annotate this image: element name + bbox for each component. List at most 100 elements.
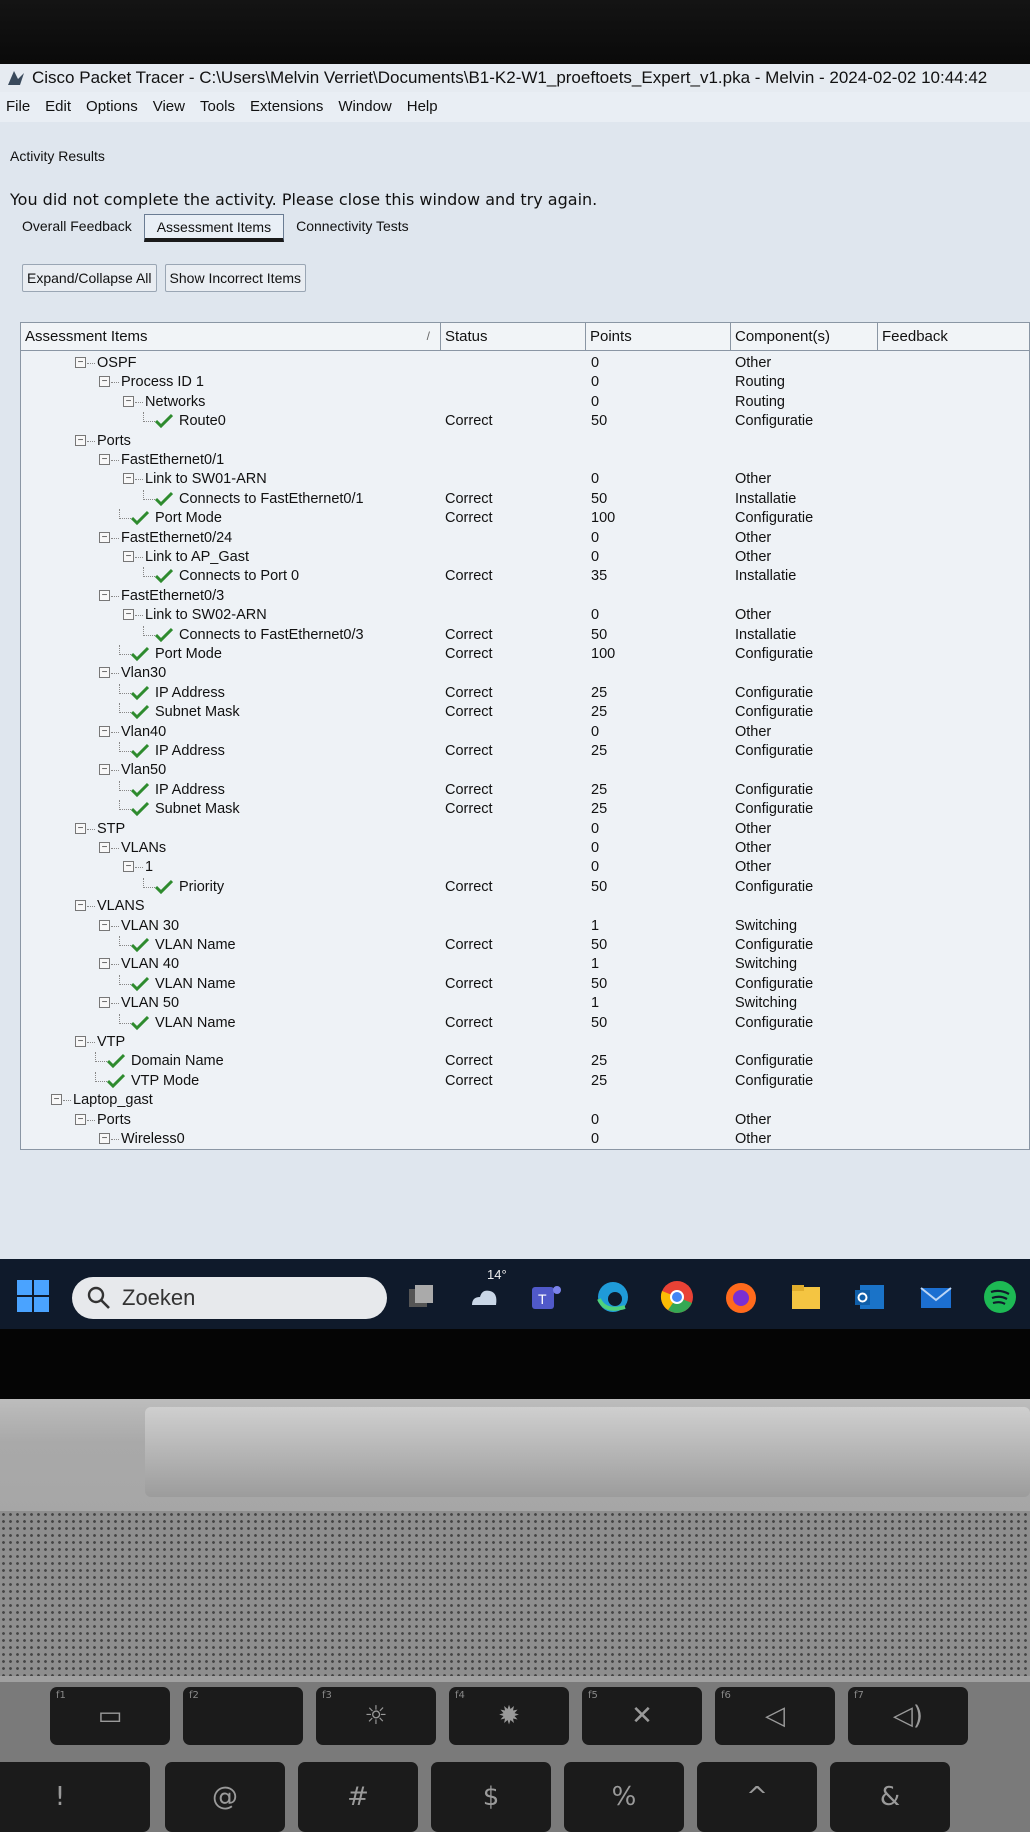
table-row[interactable]: − Wireless0 0 Other (21, 1130, 1029, 1148)
taskbar-search-box[interactable]: Zoeken (72, 1277, 387, 1319)
key-6[interactable]: ^ (697, 1762, 817, 1832)
table-row[interactable]: − VLAN 30 1 Switching (21, 917, 1029, 935)
expand-collapse-all-button[interactable]: Expand/Collapse All (22, 264, 157, 292)
menu-window[interactable]: Window (338, 98, 391, 115)
menu-edit[interactable]: Edit (45, 98, 71, 115)
tree-collapse-icon[interactable]: − (123, 473, 134, 485)
tree-collapse-icon[interactable]: − (99, 997, 110, 1009)
table-row[interactable]: − FastEthernet0/1 (21, 451, 1029, 469)
mail-icon[interactable] (918, 1279, 954, 1315)
table-row[interactable]: − Link to SW02-ARN 0 Other (21, 606, 1029, 624)
menu-tools[interactable]: Tools (200, 98, 235, 115)
table-row[interactable]: IP Address Correct 25 Configuratie (21, 683, 1029, 702)
tree-collapse-icon[interactable]: − (99, 531, 110, 543)
column-header-status[interactable]: Status (441, 323, 586, 351)
key-7[interactable]: & (830, 1762, 950, 1832)
column-header-assessment-items[interactable]: Assessment Items / (21, 323, 441, 351)
table-row[interactable]: Subnet Mask Correct 25 Configuratie (21, 703, 1029, 721)
table-row[interactable]: − FastEthernet0/24 0 Other (21, 529, 1029, 547)
table-row[interactable]: − Laptop_gast (21, 1091, 1029, 1109)
tree-collapse-icon[interactable]: − (99, 1133, 110, 1144)
table-row[interactable]: − OSPF 0 Other (21, 354, 1029, 372)
outlook-icon[interactable] (852, 1279, 888, 1315)
key-5[interactable]: % (564, 1762, 684, 1832)
table-row[interactable]: IP Address Correct 25 Configuratie (21, 742, 1029, 760)
table-row[interactable]: VLAN Name Correct 50 Configuratie (21, 1013, 1029, 1032)
key-4[interactable]: $ (431, 1762, 551, 1832)
table-row[interactable]: VLAN Name Correct 50 Configuratie (21, 936, 1029, 954)
tree-collapse-icon[interactable]: − (123, 861, 134, 873)
tree-collapse-icon[interactable]: − (123, 551, 134, 562)
table-row[interactable]: Port Mode Correct 100 Configuratie (21, 645, 1029, 663)
tree-collapse-icon[interactable]: − (99, 376, 110, 388)
tree-collapse-icon[interactable]: − (99, 842, 110, 853)
key-1[interactable]: ! (0, 1762, 150, 1832)
tree-collapse-icon[interactable]: − (75, 822, 86, 834)
table-row[interactable]: Connects to Port 0 Correct 35 Installatie (21, 567, 1029, 585)
menu-file[interactable]: File (6, 98, 30, 115)
table-row[interactable]: − Ports 0 Other (21, 1111, 1029, 1129)
table-row[interactable]: − Link to SW01-ARN 0 Other (21, 470, 1029, 488)
windows-start-icon[interactable] (16, 1279, 50, 1313)
tree-collapse-icon[interactable]: − (75, 357, 86, 368)
tree-collapse-icon[interactable]: − (99, 589, 110, 601)
table-row[interactable]: Connects to FastEthernet0/3 Correct 50 Inst… (21, 625, 1029, 644)
table-row[interactable]: − Ports (21, 432, 1029, 450)
chrome-icon[interactable] (659, 1279, 695, 1315)
table-row[interactable]: − STP 0 Other (21, 820, 1029, 838)
tree-collapse-icon[interactable]: − (123, 609, 134, 621)
table-row[interactable]: − VLANs 0 Other (21, 839, 1029, 857)
tree-collapse-icon[interactable]: − (75, 434, 86, 446)
tree-collapse-icon[interactable]: − (99, 454, 110, 465)
tree-collapse-icon[interactable]: − (75, 900, 86, 912)
tree-collapse-icon[interactable]: − (75, 1113, 86, 1125)
tab-connectivity-tests[interactable]: Connectivity Tests (284, 214, 421, 242)
table-row[interactable]: − Networks 0 Routing (21, 393, 1029, 411)
table-row[interactable]: VLAN Name Correct 50 Configuratie (21, 974, 1029, 993)
tree-collapse-icon[interactable]: − (99, 667, 110, 679)
table-row[interactable]: − Link to AP_Gast 0 Other (21, 548, 1029, 566)
file-explorer-icon[interactable] (788, 1279, 824, 1315)
table-row[interactable]: IP Address Correct 25 Configuratie (21, 780, 1029, 799)
table-row[interactable]: − VLAN 40 1 Switching (21, 955, 1029, 973)
key-f1[interactable]: f1 ▭ (50, 1687, 170, 1745)
table-row[interactable]: Priority Correct 50 Configuratie (21, 877, 1029, 896)
tree-collapse-icon[interactable]: − (99, 919, 110, 931)
spotify-icon[interactable] (982, 1279, 1018, 1315)
tree-collapse-icon[interactable]: − (51, 1094, 62, 1106)
key-f6[interactable]: f6 ◁ (715, 1687, 835, 1745)
weather-icon[interactable] (466, 1279, 502, 1315)
table-row[interactable]: − VLAN 50 1 Switching (21, 994, 1029, 1012)
tree-collapse-icon[interactable]: − (123, 395, 134, 407)
key-f7[interactable]: f7 ◁) (848, 1687, 968, 1745)
table-row[interactable]: Route0 Correct 50 Configuratie (21, 412, 1029, 430)
table-row[interactable]: Subnet Mask Correct 25 Configuratie (21, 800, 1029, 818)
tab-assessment-items[interactable]: Assessment Items (143, 214, 285, 242)
table-row[interactable]: Port Mode Correct 100 Configuratie (21, 509, 1029, 527)
table-row[interactable]: − Vlan50 (21, 761, 1029, 779)
column-header-components[interactable]: Component(s) (731, 323, 878, 351)
tab-overall-feedback[interactable]: Overall Feedback (10, 214, 144, 242)
tree-collapse-icon[interactable]: − (75, 1036, 86, 1047)
table-row[interactable]: − VTP (21, 1033, 1029, 1051)
firefox-icon[interactable] (723, 1279, 759, 1315)
table-row[interactable]: − VLANS (21, 897, 1029, 915)
key-2[interactable]: @ (165, 1762, 285, 1832)
tree-collapse-icon[interactable]: − (99, 725, 110, 737)
table-row[interactable]: Connects to FastEthernet0/1 Correct 50 Inst… (21, 489, 1029, 508)
table-row[interactable]: Domain Name Correct 25 Configuratie (21, 1052, 1029, 1070)
table-row[interactable]: Port Type Correct 30 Installatie (21, 1149, 1030, 1150)
edge-icon[interactable] (595, 1279, 631, 1315)
teams-icon[interactable]: T (528, 1279, 564, 1315)
tree-collapse-icon[interactable]: − (99, 958, 110, 970)
key-f4[interactable]: f4 ✹ (449, 1687, 569, 1745)
show-incorrect-items-button[interactable]: Show Incorrect Items (164, 264, 307, 292)
table-row[interactable]: − Process ID 1 0 Routing (21, 373, 1029, 391)
task-view-icon[interactable] (403, 1279, 439, 1315)
menu-options[interactable]: Options (86, 98, 138, 115)
column-header-points[interactable]: Points (586, 323, 731, 351)
table-row[interactable]: − FastEthernet0/3 (21, 587, 1029, 605)
column-header-feedback[interactable]: Feedback (878, 323, 1029, 351)
key-f2[interactable]: f2 (183, 1687, 303, 1745)
tree-collapse-icon[interactable]: − (99, 764, 110, 776)
